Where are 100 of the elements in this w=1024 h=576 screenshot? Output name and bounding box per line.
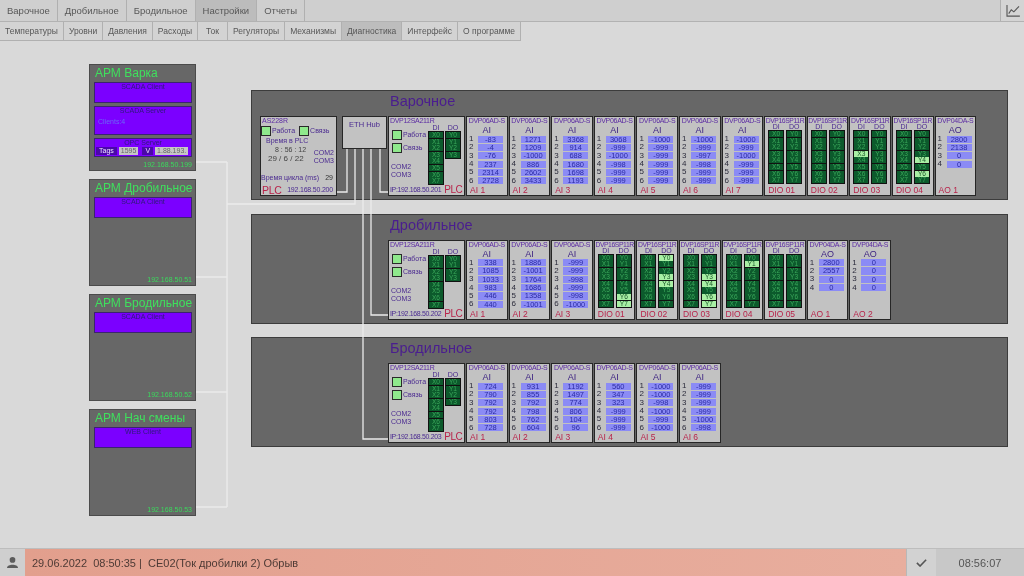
check-icon: [916, 558, 927, 567]
channel-number: 4: [511, 283, 517, 292]
module-label: AI 3: [555, 433, 571, 442]
nav-tab[interactable]: Настройки: [195, 0, 258, 21]
module-label: DIO 04: [895, 186, 923, 195]
channel-number: 6: [554, 176, 559, 185]
module-label: DIO 02: [810, 186, 838, 195]
channel-number: 6: [511, 423, 517, 432]
module-label: DIO 05: [768, 309, 796, 319]
channel-number: 3: [469, 151, 474, 160]
nav-tab[interactable]: Отчеты: [257, 0, 305, 21]
module-label: AI 1: [470, 433, 486, 442]
channel-number: 4: [511, 160, 517, 169]
module-type: AO: [821, 248, 835, 259]
channel-number: 6: [724, 176, 729, 185]
module-type: AI: [652, 372, 662, 382]
channel-number: 1: [469, 135, 474, 144]
module-label: AI 7: [725, 186, 741, 195]
channel-number: 1: [639, 135, 644, 144]
module-label: DIO 01: [768, 186, 796, 195]
channel-number: 3: [681, 151, 687, 160]
module-label: AI 3: [555, 309, 571, 319]
module-type: AI: [525, 248, 534, 259]
chart-button[interactable]: [1000, 0, 1024, 21]
channel-number: 3: [469, 275, 474, 284]
subnav-tab[interactable]: Регуляторы: [228, 22, 286, 41]
channel-number: 2: [596, 390, 602, 399]
module-label: AI 1: [470, 186, 486, 195]
channel-number: 1: [511, 258, 517, 267]
channel-number: 5: [724, 168, 729, 177]
channel-number: 1: [554, 135, 559, 144]
nav-tab[interactable]: Дробильное: [57, 0, 127, 21]
channel-number: 5: [639, 415, 644, 424]
channel-number: 2: [937, 143, 942, 152]
plc-tag: PLC: [444, 432, 462, 442]
subnav-tab[interactable]: Механизмы: [285, 22, 343, 41]
subnav-tab[interactable]: Диагностика: [342, 22, 403, 41]
channel-number: 2: [639, 143, 644, 152]
nav-tab[interactable]: Бродильное: [126, 0, 196, 21]
channel-number: 1: [639, 382, 644, 391]
channel-number: 1: [852, 258, 857, 267]
channel-number: 2: [639, 390, 644, 399]
acknowledge-button[interactable]: [906, 549, 936, 576]
module-label: AO 1: [810, 309, 831, 319]
channel-number: 2: [596, 143, 602, 152]
channel-number: 1: [469, 382, 474, 391]
subnav-tab[interactable]: Температуры: [0, 22, 64, 41]
module-label: AI 1: [470, 309, 486, 319]
channel-number: 5: [596, 168, 602, 177]
module-type: AI: [652, 125, 662, 135]
workstation-title: АРМ Варка: [95, 65, 158, 82]
channel-number: 4: [681, 407, 687, 416]
channel-number: 6: [639, 176, 644, 185]
channel-number: 6: [681, 176, 687, 185]
line-chart-icon: [1005, 4, 1020, 17]
channel-number: 3: [724, 151, 729, 160]
channel-number: 5: [554, 168, 559, 177]
clock-time: 08:56:07: [936, 549, 1024, 576]
subnav-tab[interactable]: Уровни: [63, 22, 104, 41]
module-type: AI: [567, 125, 577, 135]
channel-number: 4: [554, 160, 559, 169]
subnav-tab[interactable]: О программе: [458, 22, 522, 41]
plc-tag: PLC: [444, 308, 462, 319]
channel-number: 3: [511, 275, 517, 284]
channel-number: 3: [511, 151, 517, 160]
channel-number: 2: [511, 390, 517, 399]
module-label: AO 1: [938, 186, 958, 195]
channel-number: 6: [469, 176, 474, 185]
user-button[interactable]: [0, 549, 25, 576]
subnav-tab[interactable]: Ток: [198, 22, 228, 41]
subnav-tab[interactable]: Расходы: [152, 22, 198, 41]
channel-number: 5: [511, 291, 517, 300]
channel-number: 6: [511, 176, 517, 185]
channel-number: 4: [809, 283, 815, 292]
channel-number: 5: [469, 415, 474, 424]
channel-number: 3: [469, 398, 474, 407]
channel-number: 1: [469, 258, 474, 267]
channel-number: 6: [554, 300, 559, 309]
channel-number: 3: [937, 151, 942, 160]
channel-number: 2: [469, 143, 474, 152]
channel-number: 5: [511, 168, 517, 177]
module-type: AI: [482, 125, 492, 135]
module-type: AI: [610, 372, 619, 382]
module-label: DIO 02: [640, 309, 668, 319]
channel-number: 5: [511, 415, 517, 424]
module-label: AI 5: [640, 433, 656, 442]
module-label: AI 2: [512, 186, 528, 195]
section-title: Варочное: [390, 92, 456, 110]
channel-number: 2: [511, 143, 517, 152]
channel-number: 4: [639, 407, 644, 416]
subnav-tab[interactable]: Давления: [103, 22, 153, 41]
channel-number: 4: [469, 283, 474, 292]
subnav-tab[interactable]: Интерфейс: [402, 22, 459, 41]
channel-number: 4: [554, 283, 559, 292]
module-label: DIO 01: [597, 309, 625, 319]
channel-number: 1: [937, 135, 942, 144]
channel-number: 6: [554, 423, 559, 432]
nav-tab[interactable]: Варочное: [0, 0, 58, 21]
channel-number: 6: [469, 423, 474, 432]
workstation-title: АРМ Дробильное: [95, 180, 193, 197]
